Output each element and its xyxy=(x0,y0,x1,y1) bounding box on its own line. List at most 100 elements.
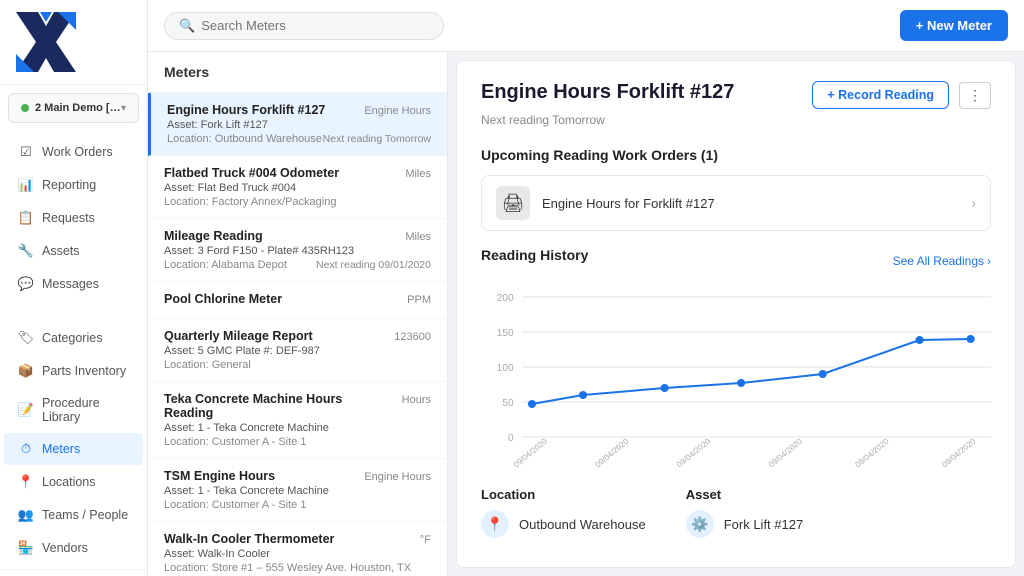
meter-name: Walk-In Cooler Thermometer xyxy=(164,532,412,546)
detail-header: Engine Hours Forklift #127 + Record Read… xyxy=(481,81,991,109)
meter-loc-row: Location: Factory Annex/Packaging xyxy=(164,196,431,208)
meter-unit: °F xyxy=(420,534,431,546)
meter-unit: Engine Hours xyxy=(364,471,431,483)
sidebar-item-label: Teams / People xyxy=(42,508,128,522)
meter-list-item[interactable]: Walk-In Cooler Thermometer °F Asset: Wal… xyxy=(148,522,447,576)
meter-item-top: Quarterly Mileage Report 123600 xyxy=(164,329,431,343)
work-order-item[interactable]: 🖨 Engine Hours for Forklift #127 › xyxy=(481,175,991,231)
svg-text:09/04/2020: 09/04/2020 xyxy=(675,437,713,467)
search-input[interactable] xyxy=(201,18,429,33)
asset-icon: ⚙️ xyxy=(686,510,714,538)
sidebar-item-assets[interactable]: 🔧 Assets xyxy=(4,235,143,267)
meters-panel: Meters Engine Hours Forklift #127 Engine… xyxy=(148,52,448,576)
meter-unit: Miles xyxy=(405,168,431,180)
chart-point xyxy=(916,336,924,344)
sidebar-item-categories[interactable]: 🏷 Categories xyxy=(4,322,143,354)
asset-section: Asset ⚙️ Fork Lift #127 xyxy=(686,487,804,538)
logo xyxy=(16,12,76,72)
meter-item-top: Walk-In Cooler Thermometer °F xyxy=(164,532,431,546)
meter-list-item[interactable]: TSM Engine Hours Engine Hours Asset: 1 -… xyxy=(148,459,447,522)
sidebar-item-work-orders[interactable]: ☑ Work Orders xyxy=(4,136,143,168)
sidebar-item-messages[interactable]: 💬 Messages xyxy=(4,268,143,300)
meter-unit: PPM xyxy=(407,294,431,306)
sidebar-item-vendors[interactable]: 🏪 Vendors xyxy=(4,532,143,564)
sidebar-item-meters[interactable]: ⏱ Meters xyxy=(4,433,143,465)
meter-loc-row: Location: Alabama Depot Next reading 09/… xyxy=(164,259,431,271)
meter-loc-row: Location: Customer A - Site 1 xyxy=(164,436,431,448)
asset-name: Fork Lift #127 xyxy=(724,517,804,532)
meter-loc-row: Location: Customer A - Site 1 xyxy=(164,499,431,511)
meter-location: Location: Outbound Warehouse xyxy=(167,133,322,145)
chart-point xyxy=(661,384,669,392)
meter-list-item[interactable]: Mileage Reading Miles Asset: 3 Ford F150… xyxy=(148,219,447,282)
chart-point xyxy=(737,379,745,387)
meter-asset: Asset: Walk-In Cooler xyxy=(164,548,431,560)
meter-unit: Hours xyxy=(402,394,431,406)
meter-list-item[interactable]: Flatbed Truck #004 Odometer Miles Asset:… xyxy=(148,156,447,219)
work-order-left: 🖨 Engine Hours for Forklift #127 xyxy=(496,186,715,220)
meter-name: Pool Chlorine Meter xyxy=(164,292,399,306)
procedure-library-icon: 📝 xyxy=(18,402,34,418)
kebab-menu-button[interactable]: ⋮ xyxy=(959,82,991,109)
see-all-label: See All Readings xyxy=(893,254,984,268)
meter-location: Location: General xyxy=(164,359,251,371)
detail-actions: + Record Reading ⋮ xyxy=(812,81,991,109)
teams-icon: 👥 xyxy=(18,507,34,523)
assets-icon: 🔧 xyxy=(18,243,34,259)
location-item: 📍 Outbound Warehouse xyxy=(481,510,646,538)
search-box[interactable]: 🔍 xyxy=(164,12,444,40)
sidebar-item-label: Parts Inventory xyxy=(42,364,126,378)
sidebar-item-label: Vendors xyxy=(42,541,88,555)
svg-text:09/04/2020: 09/04/2020 xyxy=(767,437,805,467)
record-reading-button[interactable]: + Record Reading xyxy=(812,81,949,109)
svg-text:09/04/2020: 09/04/2020 xyxy=(512,437,550,467)
svg-text:150: 150 xyxy=(497,328,514,339)
workspace-selector[interactable]: 2 Main Demo [Mf... ▾ xyxy=(8,93,139,123)
asset-item: ⚙️ Fork Lift #127 xyxy=(686,510,804,538)
meter-list-item[interactable]: Engine Hours Forklift #127 Engine Hours … xyxy=(148,93,447,156)
sidebar-item-label: Requests xyxy=(42,211,95,225)
sidebar-item-requests[interactable]: 📋 Requests xyxy=(4,202,143,234)
work-order-icon: 🖨 xyxy=(496,186,530,220)
meter-name: Engine Hours Forklift #127 xyxy=(167,103,356,117)
svg-text:50: 50 xyxy=(502,398,514,409)
meter-list-item[interactable]: Teka Concrete Machine Hours Reading Hour… xyxy=(148,382,447,459)
detail-panel: Engine Hours Forklift #127 + Record Read… xyxy=(456,60,1016,568)
detail-title: Engine Hours Forklift #127 xyxy=(481,81,734,104)
new-meter-button[interactable]: + New Meter xyxy=(900,10,1008,41)
sidebar-item-procedure-library[interactable]: 📝 Procedure Library xyxy=(4,388,143,432)
meter-name: Flatbed Truck #004 Odometer xyxy=(164,166,397,180)
search-icon: 🔍 xyxy=(179,18,195,34)
chart-point xyxy=(579,391,587,399)
reading-history-chart: 200 150 100 50 0 0 xyxy=(481,287,991,467)
meter-asset: Asset: Fork Lift #127 xyxy=(167,119,431,131)
location-section-label: Location xyxy=(481,487,646,502)
reading-history-title: Reading History xyxy=(481,247,588,263)
meter-list-item[interactable]: Pool Chlorine Meter PPM xyxy=(148,282,447,319)
meter-location: Location: Alabama Depot xyxy=(164,259,287,271)
sidebar-bottom: Contact MaintainX 👤 Nick Haase Administr… xyxy=(0,569,147,576)
sidebar-item-teams-people[interactable]: 👥 Teams / People xyxy=(4,499,143,531)
workspace-status-dot xyxy=(21,104,29,112)
meter-location: Location: Factory Annex/Packaging xyxy=(164,196,336,208)
workspace-label: 2 Main Demo [Mf... xyxy=(35,102,121,114)
meter-asset: Asset: 3 Ford F150 - Plate# 435RH123 xyxy=(164,245,431,257)
sidebar-item-label: Categories xyxy=(42,331,102,345)
meter-location: Location: Customer A - Site 1 xyxy=(164,436,306,448)
sidebar-item-locations[interactable]: 📍 Locations xyxy=(4,466,143,498)
meter-location: Location: Customer A - Site 1 xyxy=(164,499,306,511)
sidebar-item-parts-inventory[interactable]: 📦 Parts Inventory xyxy=(4,355,143,387)
meter-asset: Asset: Flat Bed Truck #004 xyxy=(164,182,431,194)
meter-item-top: Engine Hours Forklift #127 Engine Hours xyxy=(167,103,431,117)
work-order-name: Engine Hours for Forklift #127 xyxy=(542,196,715,211)
next-reading-text: Next reading Tomorrow xyxy=(481,113,991,127)
meters-icon: ⏱ xyxy=(18,441,34,457)
meter-asset: Asset: 1 - Teka Concrete Machine xyxy=(164,485,431,497)
see-all-readings-link[interactable]: See All Readings › xyxy=(893,254,991,268)
sidebar-item-reporting[interactable]: 📊 Reporting xyxy=(4,169,143,201)
meter-loc-row: Location: General xyxy=(164,359,431,371)
chart-point xyxy=(819,370,827,378)
chart-point xyxy=(528,400,536,408)
meter-list-item[interactable]: Quarterly Mileage Report 123600 Asset: 5… xyxy=(148,319,447,382)
svg-text:0: 0 xyxy=(508,433,514,444)
